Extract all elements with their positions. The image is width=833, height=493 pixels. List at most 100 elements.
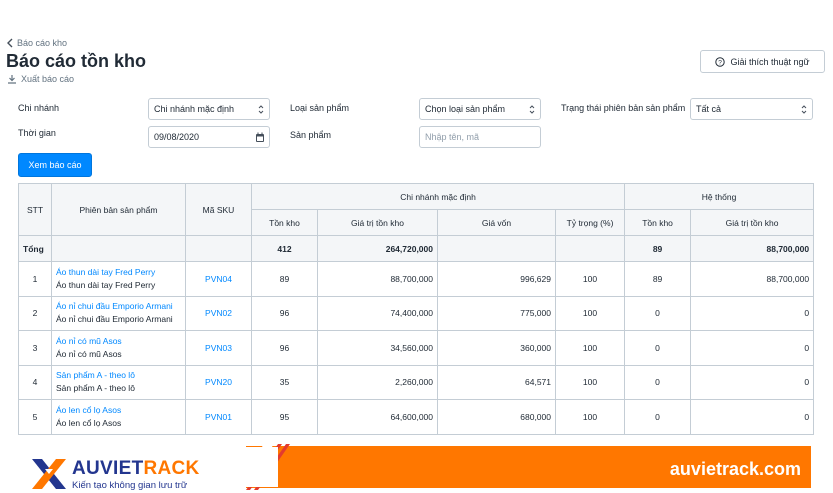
header-variant: Phiên bản sản phẩm (51, 183, 186, 236)
variant-status-select[interactable]: Tất cả (690, 98, 813, 120)
table-row: 5 Áo len cổ lọ Asos Áo len cổ lọ Asos PVN… (18, 399, 815, 435)
row-stock-value: 88,700,000 (317, 261, 438, 297)
row-stock-value: 34,560,000 (317, 330, 438, 366)
variant-name: Áo nỉ chui đầu Emporio Armani (56, 314, 173, 325)
sku-link[interactable]: PVN20 (205, 377, 232, 387)
banner-logo-area: AUVIETRACK Kiến tạo không gian lưu trữ (18, 447, 278, 491)
header-cost: Giá vốn (437, 209, 556, 236)
export-label: Xuất báo cáo (21, 74, 75, 84)
time-label: Thời gian (18, 128, 56, 138)
variant-name: Áo thun dài tay Fred Perry (56, 279, 156, 290)
sku-link[interactable]: PVN02 (205, 308, 232, 318)
total-label: Tổng (18, 235, 52, 262)
product-label: Sản phẩm (290, 130, 332, 140)
breadcrumb[interactable]: Báo cáo kho (6, 38, 67, 48)
page-title: Báo cáo tồn kho (6, 51, 147, 71)
total-sys-stock-value: 88,700,000 (690, 235, 815, 262)
header-sys-stock-value: Giá trị tồn kho (690, 209, 815, 236)
brand-name: AUVIETRACK (72, 458, 200, 479)
header-branch-group: Chi nhánh mặc định (250, 183, 626, 210)
row-stock-value: 2,260,000 (317, 364, 438, 400)
help-button-label: Giải thích thuật ngữ (730, 56, 810, 67)
row-sys-stock: 0 (624, 399, 692, 435)
header-stock: Tồn kho (251, 209, 318, 236)
variant-status-value: Tất cả (696, 104, 722, 114)
product-link[interactable]: Sản phẩm A - theo lô (56, 369, 181, 382)
row-ratio: 100 (554, 295, 626, 331)
breadcrumb-label: Báo cáo kho (17, 38, 68, 48)
row-ratio: 100 (554, 261, 626, 297)
calendar-icon[interactable] (255, 132, 265, 143)
table-row: 3 Áo nỉ có mũ Asos Áo nỉ có mũ Asos PVN03… (18, 330, 815, 366)
product-link[interactable]: Áo nỉ có mũ Asos (56, 335, 181, 348)
sku-link[interactable]: PVN01 (205, 412, 232, 422)
header-sys-stock: Tồn kho (624, 209, 692, 236)
header-system-group: Hệ thống (624, 183, 815, 210)
variant-name: Sản phẩm A - theo lô (56, 383, 135, 394)
question-circle-icon: ? (715, 56, 726, 67)
terminology-help-button[interactable]: ? Giải thích thuật ngữ (700, 50, 825, 73)
row-stock: 95 (251, 399, 318, 435)
total-sys-stock: 89 (624, 235, 692, 262)
row-cost: 360,000 (437, 330, 556, 366)
table-row: 4 Sản phẩm A - theo lô Sản phẩm A - theo … (18, 364, 815, 400)
banner-orange-panel: auvietrack.com (246, 446, 811, 488)
select-caret-icon (801, 105, 807, 114)
row-stt: 4 (18, 364, 52, 400)
row-stock: 96 (251, 295, 318, 331)
brand-tagline: Kiến tạo không gian lưu trữ (72, 480, 188, 491)
product-link[interactable]: Áo len cổ lọ Asos (56, 404, 181, 417)
brand-banner: auvietrack.com AUVIETRACK Kiến tạo không… (0, 440, 833, 493)
row-cost: 64,571 (437, 364, 556, 400)
header-ratio: Tỷ trọng (%) (554, 209, 626, 236)
row-stt: 3 (18, 330, 52, 366)
row-ratio: 100 (554, 330, 626, 366)
select-caret-icon (258, 105, 264, 114)
total-stock: 412 (251, 235, 318, 262)
row-stock: 35 (251, 364, 318, 400)
sku-link[interactable]: PVN04 (205, 274, 232, 284)
product-type-label: Loại sản phẩm (290, 103, 350, 113)
product-type-select[interactable]: Chọn loại sản phẩm (419, 98, 541, 120)
row-cost: 996,629 (437, 261, 556, 297)
product-type-select-value: Chọn loại sản phẩm (425, 104, 506, 114)
row-ratio: 100 (554, 399, 626, 435)
row-stt: 5 (18, 399, 52, 435)
product-link[interactable]: Áo nỉ chui đầu Emporio Armani (56, 300, 181, 313)
sku-link[interactable]: PVN03 (205, 343, 232, 353)
row-stock: 89 (251, 261, 318, 297)
export-report-link[interactable]: Xuất báo cáo (7, 74, 74, 84)
row-stock: 96 (251, 330, 318, 366)
branch-select-value: Chi nhánh mặc định (154, 104, 235, 114)
product-link[interactable]: Áo thun dài tay Fred Perry (56, 266, 181, 279)
date-input-value: 09/08/2020 (154, 132, 200, 142)
row-ratio: 100 (554, 364, 626, 400)
variant-status-label: Trạng thái phiên bản sản phẩm (561, 103, 686, 113)
variant-name: Áo len cổ lọ Asos (56, 417, 122, 428)
header-sku: Mã SKU (185, 183, 252, 236)
product-search-input[interactable]: Nhập tên, mã (419, 126, 541, 148)
row-sys-stock-value: 0 (690, 330, 815, 366)
variant-name: Áo nỉ có mũ Asos (56, 348, 122, 359)
row-sys-stock-value: 0 (690, 364, 815, 400)
inventory-report-table: STT Phiên bản sản phẩm Mã SKU Chi nhánh … (18, 183, 815, 435)
chevron-left-icon (7, 38, 13, 48)
auvietrack-logo-icon (32, 459, 66, 489)
row-sys-stock: 0 (624, 364, 692, 400)
total-stock-value: 264,720,000 (317, 235, 438, 262)
download-icon (8, 75, 16, 84)
date-input[interactable]: 09/08/2020 (148, 126, 270, 148)
branch-label: Chi nhánh (18, 103, 60, 113)
row-stt: 2 (18, 295, 52, 331)
total-row: Tổng 412 264,720,000 89 88,700,000 (18, 235, 815, 262)
header-stock-value: Giá trị tồn kho (317, 209, 438, 236)
table-row: 1 Áo thun dài tay Fred Perry Áo thun dài … (18, 261, 815, 297)
row-sys-stock: 89 (624, 261, 692, 297)
row-sys-stock-value: 88,700,000 (690, 261, 815, 297)
svg-text:?: ? (719, 59, 723, 66)
product-search-placeholder: Nhập tên, mã (425, 132, 480, 142)
view-report-button[interactable]: Xem báo cáo (18, 153, 92, 177)
inventory-report-page: Báo cáo kho Báo cáo tồn kho Xuất báo cáo… (0, 0, 833, 440)
branch-select[interactable]: Chi nhánh mặc định (148, 98, 270, 120)
row-sys-stock-value: 0 (690, 295, 815, 331)
